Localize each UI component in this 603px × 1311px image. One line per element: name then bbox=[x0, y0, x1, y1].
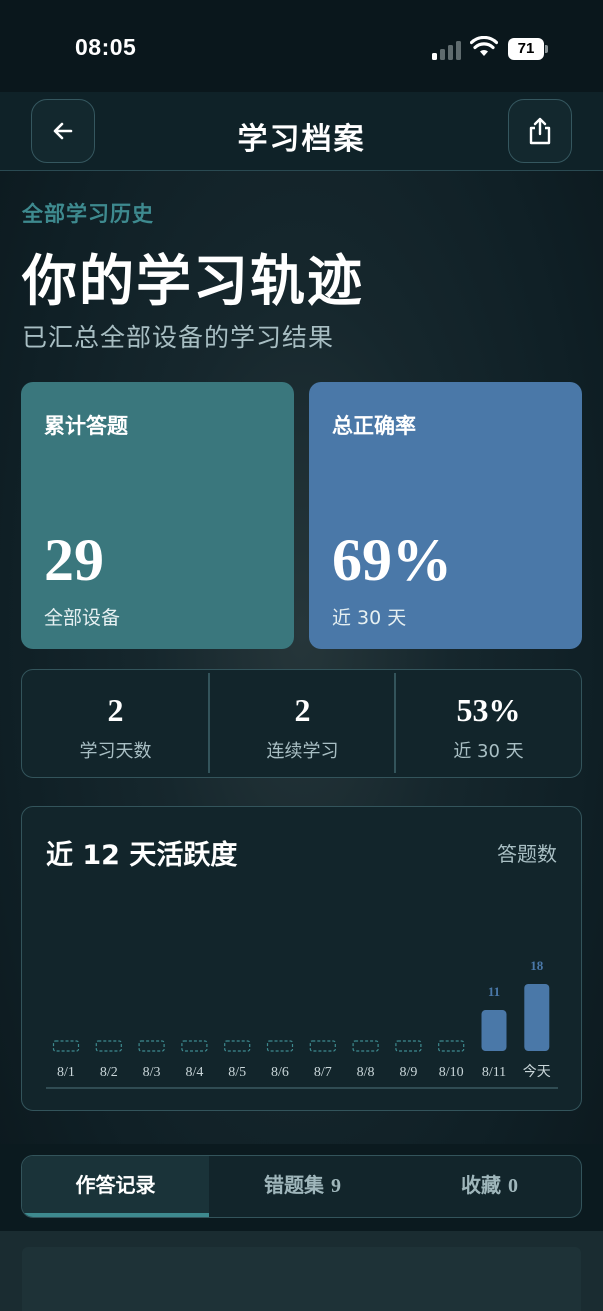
stat-label: 近 30 天 bbox=[453, 741, 524, 762]
card-label: 总正确率 bbox=[332, 414, 416, 438]
total-answers-card: 累计答题 29 全部设备 bbox=[21, 382, 294, 649]
card-subtitle: 近 30 天 bbox=[332, 607, 407, 629]
list-item-placeholder bbox=[22, 1247, 581, 1311]
stat-label: 连续学习 bbox=[266, 741, 339, 762]
cellular-signal-icon bbox=[432, 40, 462, 60]
bar-empty bbox=[309, 1040, 336, 1052]
card-subtitle: 全部设备 bbox=[44, 607, 121, 629]
bar-value-label: 11 bbox=[488, 984, 500, 999]
section-eyebrow: 全部学习历史 bbox=[22, 202, 154, 226]
share-icon bbox=[529, 117, 551, 145]
share-button[interactable] bbox=[508, 99, 572, 163]
x-tick-label: 8/2 bbox=[100, 1065, 118, 1080]
tab-label: 错题集 bbox=[264, 1173, 325, 1197]
x-tick-label: 8/9 bbox=[399, 1065, 417, 1080]
mini-stats-panel: 2 学习天数 2 连续学习 53% 近 30 天 bbox=[21, 669, 582, 778]
tab-answer-records[interactable]: 作答记录 bbox=[22, 1156, 209, 1217]
card-label: 累计答题 bbox=[44, 414, 128, 438]
stat-value: 53% bbox=[456, 692, 521, 728]
stat-value: 2 bbox=[294, 692, 311, 728]
tab-wrong-questions[interactable]: 错题集 9 bbox=[209, 1156, 396, 1217]
battery-level: 71 bbox=[508, 38, 544, 60]
x-tick-label: 8/6 bbox=[271, 1065, 289, 1080]
activity-chart-card: 近 12 天活跃度 答题数 8/1 8/2 8/3 8/4 8/5 8/6 8/7 8/8 8/… bbox=[21, 806, 582, 1111]
page-headline: 你的学习轨迹 bbox=[22, 249, 365, 313]
bar-empty bbox=[352, 1040, 379, 1052]
page-subtitle: 已汇总全部设备的学习结果 bbox=[22, 323, 335, 352]
streak-stat: 2 连续学习 bbox=[209, 670, 396, 776]
tab-favorites[interactable]: 收藏 0 bbox=[396, 1156, 581, 1217]
stat-label: 学习天数 bbox=[79, 741, 152, 762]
x-tick-label: 8/5 bbox=[228, 1065, 246, 1080]
x-tick-label: 8/10 bbox=[439, 1065, 464, 1080]
record-tabs: 作答记录 错题集 9 收藏 0 bbox=[21, 1155, 582, 1218]
bar-empty bbox=[266, 1040, 294, 1052]
tab-label: 收藏 bbox=[461, 1173, 502, 1197]
recent-accuracy-stat: 53% 近 30 天 bbox=[395, 670, 582, 776]
activity-bar-chart: 8/1 8/2 8/3 8/4 8/5 8/6 8/7 8/8 8/9 8/10 11 8/11 18 今… bbox=[46, 958, 558, 1089]
card-value: 29 bbox=[44, 527, 104, 593]
battery-icon: 71 bbox=[508, 38, 548, 60]
study-days-stat: 2 学习天数 bbox=[22, 670, 209, 776]
status-time: 08:05 bbox=[75, 34, 137, 60]
stat-value: 2 bbox=[107, 692, 124, 728]
accuracy-card: 总正确率 69% 近 30 天 bbox=[309, 382, 582, 649]
x-tick-label: 8/7 bbox=[314, 1065, 332, 1080]
bar-empty bbox=[181, 1040, 208, 1052]
x-tick-label: 8/1 bbox=[57, 1065, 75, 1080]
bar bbox=[524, 984, 550, 1051]
x-tick-label: 今天 bbox=[523, 1064, 551, 1080]
active-tab-indicator bbox=[22, 1213, 209, 1217]
x-tick-label: 8/3 bbox=[143, 1065, 161, 1080]
bar-empty bbox=[52, 1040, 80, 1052]
bar-value-label: 18 bbox=[530, 958, 544, 973]
page-background bbox=[0, 0, 603, 1311]
bar bbox=[481, 1010, 507, 1051]
bar-empty bbox=[138, 1040, 165, 1052]
card-value: 69% bbox=[332, 527, 452, 593]
wifi-icon bbox=[470, 36, 498, 56]
bar-empty bbox=[95, 1040, 122, 1052]
tab-label: 作答记录 bbox=[75, 1173, 156, 1197]
x-tick-label: 8/11 bbox=[482, 1065, 506, 1080]
bar-empty bbox=[395, 1040, 422, 1052]
tab-count: 9 bbox=[330, 1175, 341, 1197]
x-tick-label: 8/8 bbox=[357, 1065, 375, 1080]
tab-count: 0 bbox=[507, 1175, 518, 1197]
nav-bar: 学习档案 bbox=[0, 92, 603, 171]
x-tick-label: 8/4 bbox=[185, 1065, 203, 1080]
bar-empty bbox=[224, 1040, 251, 1052]
status-bar: 08:05 71 bbox=[0, 0, 603, 92]
bar-empty bbox=[438, 1040, 465, 1052]
